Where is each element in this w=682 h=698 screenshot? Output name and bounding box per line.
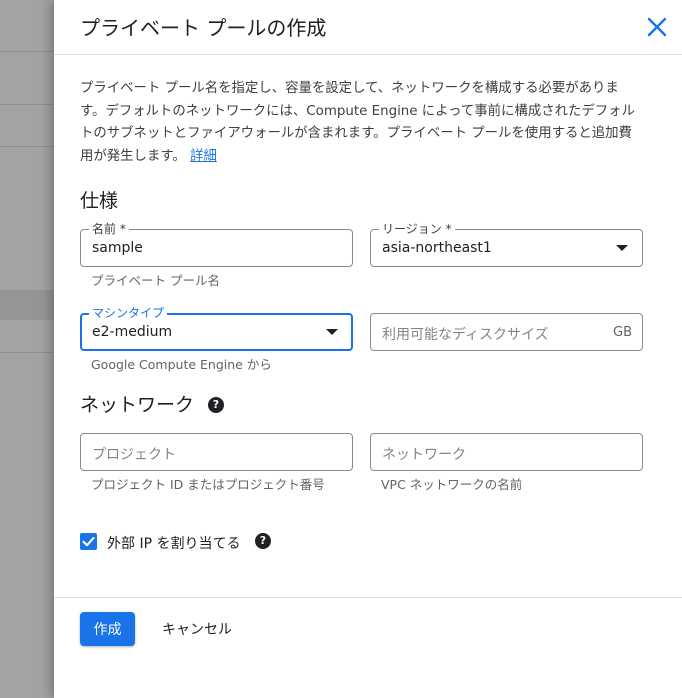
create-button[interactable]: 作成 [80,612,135,646]
machine-type-hint: Google Compute Engine から [91,357,272,372]
machine-type-label: マシンタイプ [89,305,168,321]
disk-size-unit: GB [613,325,632,340]
close-button[interactable] [644,14,670,40]
region-label: リージョン * [379,221,455,237]
panel-header: プライベート プールの作成 [54,0,682,55]
region-select[interactable]: リージョン * asia-northeast1 [370,221,643,267]
external-ip-label: 外部 IP を割り当てる [107,536,241,552]
pool-name-hint: プライベート プール名 [91,273,220,288]
page-backdrop [0,0,54,698]
backdrop-divider [0,352,54,353]
help-icon[interactable]: ? [208,397,224,413]
project-placeholder: プロジェクト [92,447,176,463]
backdrop-divider [0,51,54,52]
create-private-pool-panel: プライベート プールの作成 プライベート プール名を指定し、容量を設定して、ネッ… [54,0,682,698]
disk-size-placeholder: 利用可能なディスクサイズ [382,327,549,343]
machine-type-select[interactable]: マシンタイプ e2-medium [80,305,353,351]
dialog-description: プライベート プール名を指定し、容量を設定して、ネットワークを構成する必要があり… [80,81,635,164]
check-icon [82,536,95,547]
footer-divider [54,597,682,598]
spec-heading: 仕様 [80,190,119,212]
backdrop-divider [0,104,54,105]
network-input[interactable]: ネットワーク [370,433,643,471]
project-hint: プロジェクト ID またはプロジェクト番号 [91,477,325,492]
network-placeholder: ネットワーク [382,447,466,463]
disk-size-input[interactable]: 利用可能なディスクサイズ GB [370,313,643,351]
chevron-down-icon [616,245,628,251]
cancel-button[interactable]: キャンセル [152,612,242,646]
help-icon[interactable]: ? [255,533,271,549]
page-title: プライベート プールの作成 [80,16,327,40]
backdrop-highlight-row [0,290,54,320]
pool-name-value: sample [92,240,143,256]
network-hint: VPC ネットワークの名前 [381,477,523,492]
pool-name-field[interactable]: 名前 * sample [80,221,353,267]
external-ip-checkbox[interactable] [80,533,97,550]
machine-type-value: e2-medium [92,324,173,340]
network-heading: ネットワーク [80,394,195,416]
learn-more-link[interactable]: 詳細 [190,149,217,164]
chevron-down-icon [326,329,338,335]
backdrop-divider [0,146,54,147]
region-value: asia-northeast1 [382,240,492,256]
project-input[interactable]: プロジェクト [80,433,353,471]
pool-name-label: 名前 * [89,221,129,237]
close-icon [647,17,667,37]
